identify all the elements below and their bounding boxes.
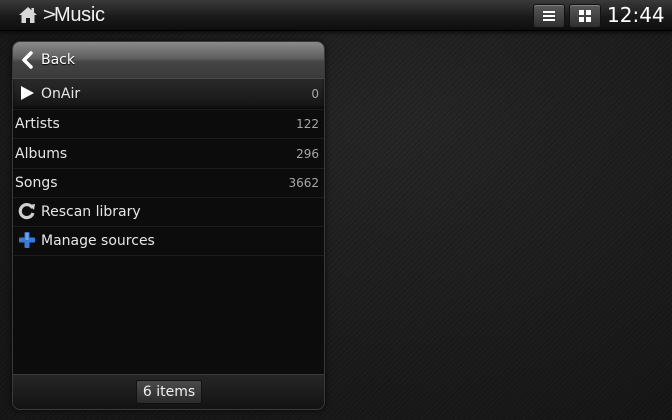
panel-footer: 6 items (13, 374, 324, 409)
refresh-icon (18, 203, 35, 220)
list-item-label: Rescan library (41, 204, 141, 220)
list-item-label: Manage sources (41, 233, 155, 249)
list-item-rescan-library[interactable]: Rescan library (13, 197, 324, 227)
list-item-songs[interactable]: Songs 3662 (13, 168, 324, 198)
grid-view-icon (579, 10, 591, 22)
list-item-onair[interactable]: OnAir 0 (13, 78, 324, 110)
list-item-albums[interactable]: Albums 296 (13, 139, 324, 169)
list-item-label: Albums (15, 146, 68, 162)
list-item-count: 122 (296, 117, 319, 131)
back-label: Back (41, 52, 75, 68)
list-item-count: 3662 (288, 176, 319, 190)
top-bar: > Music 12:44 (0, 0, 672, 31)
list-view-icon (543, 11, 555, 21)
list-item-count: 0 (311, 87, 319, 101)
list-item-count: 296 (296, 147, 319, 161)
back-button[interactable]: Back (13, 42, 324, 79)
list-item-label: OnAir (41, 86, 81, 102)
page-title: Music (54, 4, 105, 26)
plus-icon (19, 232, 35, 248)
music-menu-panel: Back OnAir 0 Artists 122 Albums 296 Song… (12, 41, 325, 410)
item-count-badge: 6 items (136, 380, 202, 404)
list-item-manage-sources[interactable]: Manage sources (13, 226, 324, 256)
list-item-label: Artists (15, 116, 60, 132)
clock: 12:44 (607, 3, 665, 27)
list-view-button[interactable] (533, 4, 565, 28)
list-item-label: Songs (15, 175, 58, 191)
grid-view-button[interactable] (569, 4, 601, 28)
play-icon (21, 86, 34, 100)
list-item-artists[interactable]: Artists 122 (13, 109, 324, 139)
home-icon[interactable] (18, 5, 38, 25)
chevron-left-icon (22, 51, 33, 69)
